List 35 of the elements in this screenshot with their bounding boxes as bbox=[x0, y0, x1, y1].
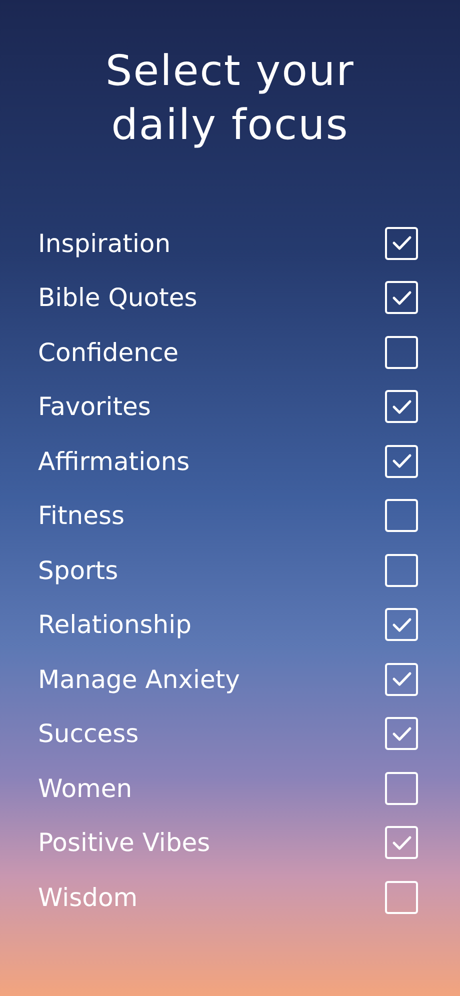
checkbox[interactable] bbox=[385, 880, 418, 914]
checkbox[interactable] bbox=[385, 336, 418, 369]
checkmark-icon bbox=[392, 235, 412, 252]
focus-label: Women bbox=[38, 772, 132, 804]
checkbox[interactable] bbox=[385, 554, 418, 587]
page-title: Select your daily focus bbox=[104, 45, 356, 151]
checkmark-icon bbox=[392, 290, 412, 306]
checkbox[interactable] bbox=[385, 499, 418, 532]
focus-label: Fitness bbox=[38, 500, 125, 532]
checkbox[interactable] bbox=[385, 390, 418, 424]
focus-label: Positive Vibes bbox=[38, 827, 210, 859]
focus-label: Favorites bbox=[38, 391, 151, 423]
focus-label: Manage Anxiety bbox=[38, 664, 240, 696]
checkmark-icon bbox=[392, 671, 412, 688]
focus-label: Wisdom bbox=[38, 882, 138, 914]
checkmark-icon bbox=[392, 834, 412, 851]
focus-label: Confidence bbox=[38, 336, 179, 368]
focus-label: Success bbox=[38, 718, 139, 750]
focus-label: Affirmations bbox=[38, 446, 190, 478]
checkmark-icon bbox=[392, 398, 412, 415]
checkbox[interactable] bbox=[385, 717, 418, 750]
focus-label: Relationship bbox=[38, 609, 192, 641]
checkbox[interactable] bbox=[385, 281, 418, 314]
checkbox[interactable] bbox=[385, 608, 418, 642]
focus-label: Bible Quotes bbox=[38, 282, 198, 314]
checkbox[interactable] bbox=[385, 662, 418, 696]
checkbox[interactable] bbox=[385, 444, 418, 478]
focus-label: Sports bbox=[38, 554, 118, 586]
checkbox[interactable] bbox=[385, 226, 418, 260]
focus-label: Inspiration bbox=[38, 228, 171, 260]
checkbox[interactable] bbox=[385, 826, 418, 860]
checkbox[interactable] bbox=[385, 772, 418, 805]
checkmark-icon bbox=[392, 453, 412, 470]
checkmark-icon bbox=[392, 726, 412, 742]
checkmark-icon bbox=[392, 616, 412, 633]
